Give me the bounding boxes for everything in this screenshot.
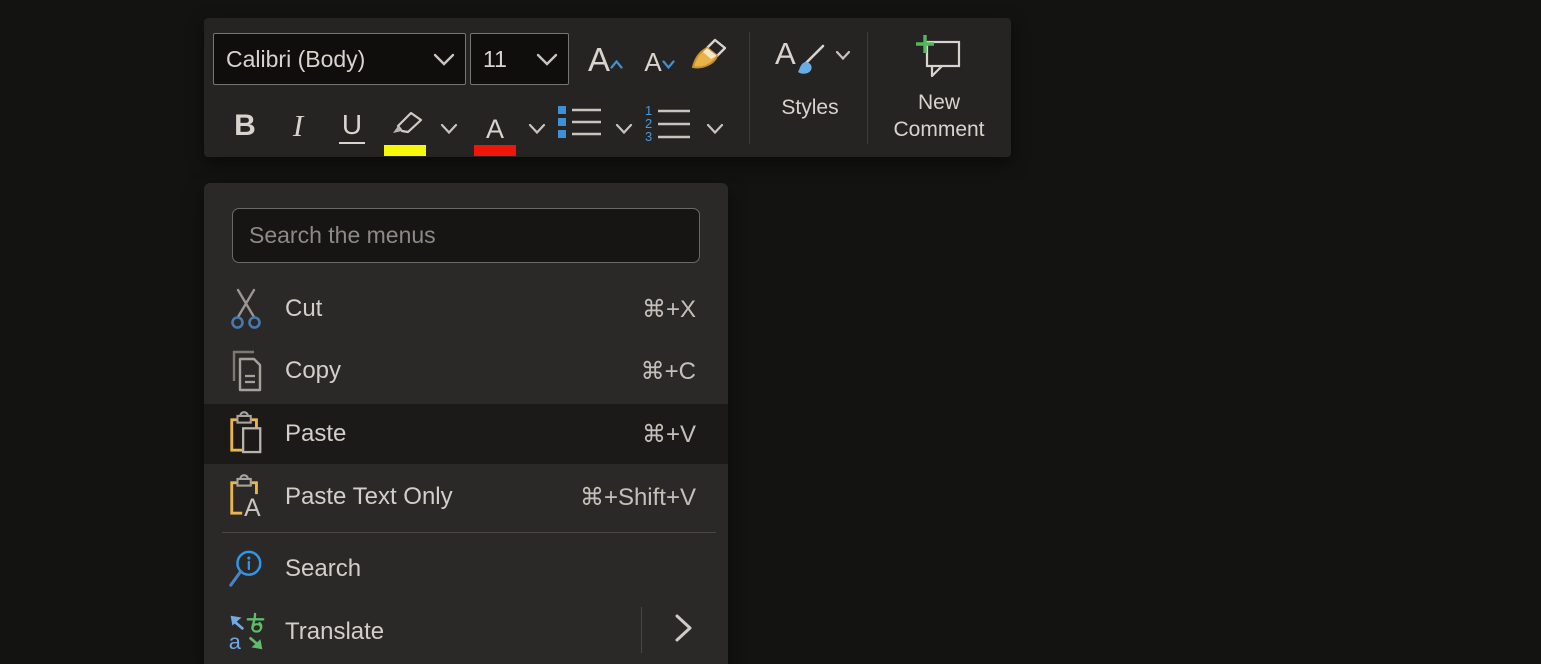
font-color-glyph: A — [486, 116, 504, 143]
font-size-select[interactable]: 11 — [470, 33, 569, 85]
menu-item-paste[interactable]: Paste ⌘+V — [204, 404, 728, 464]
menu-item-search[interactable]: Search — [204, 540, 728, 598]
grow-font-button[interactable]: A — [576, 33, 622, 85]
styles-label: Styles — [781, 94, 838, 121]
chevron-down-icon[interactable] — [615, 122, 633, 140]
numbered-list-button[interactable]: 1 2 3 — [642, 100, 724, 156]
shrink-font-glyph: A — [644, 47, 661, 77]
paste-text-only-icon: A — [227, 474, 265, 520]
svg-text:A: A — [244, 495, 261, 520]
format-painter-icon — [687, 36, 731, 83]
caret-down-icon — [662, 41, 675, 74]
search-menus-input[interactable] — [232, 208, 700, 263]
highlight-color-swatch — [384, 145, 426, 156]
new-comment-label: New Comment — [884, 89, 994, 143]
font-size-value: 11 — [483, 46, 507, 73]
bold-button[interactable]: B — [224, 100, 266, 152]
submenu-chevron-right-icon[interactable] — [672, 613, 694, 648]
copy-icon — [227, 348, 265, 394]
new-comment-button[interactable]: New Comment — [874, 28, 1004, 148]
menu-item-label: Translate — [285, 618, 384, 646]
menu-item-translate[interactable]: a Translate — [204, 600, 728, 664]
scissors-icon — [227, 286, 265, 332]
chevron-down-icon — [433, 46, 455, 73]
font-color-swatch — [474, 145, 516, 156]
underline-button[interactable]: U — [330, 100, 374, 152]
floating-format-toolbar: Calibri (Body) 11 A A A — [204, 18, 1011, 157]
chevron-down-icon[interactable] — [706, 122, 724, 140]
menu-item-label: Paste — [285, 420, 346, 448]
grow-font-glyph: A — [588, 41, 610, 78]
chevron-down-icon — [536, 46, 558, 73]
svg-text:3: 3 — [645, 129, 652, 143]
bullet-list-icon — [557, 103, 603, 146]
italic-button[interactable]: I — [278, 100, 318, 152]
styles-brush-icon: A — [775, 36, 845, 90]
numbered-list-icon: 1 2 3 — [642, 103, 694, 148]
caret-up-icon — [610, 41, 623, 74]
context-menu: Cut ⌘+X Copy ⌘+C Paste ⌘+V — [204, 183, 728, 664]
font-name-value: Calibri (Body) — [226, 46, 365, 73]
chevron-down-icon[interactable] — [440, 122, 458, 140]
toolbar-divider — [749, 32, 750, 144]
toolbar-divider — [867, 32, 868, 144]
svg-text:a: a — [229, 629, 242, 654]
menu-item-label: Search — [285, 555, 361, 583]
styles-button[interactable]: A Styles — [756, 28, 864, 148]
new-comment-icon — [914, 34, 964, 85]
translate-icon: a — [227, 609, 265, 655]
menu-item-label: Paste Text Only — [285, 483, 453, 511]
menu-item-shortcut: ⌘+Shift+V — [580, 483, 696, 512]
paste-clipboard-icon — [227, 411, 265, 457]
menu-item-paste-text-only[interactable]: A Paste Text Only ⌘+Shift+V — [204, 468, 728, 526]
menu-item-shortcut: ⌘+C — [641, 357, 696, 386]
menu-item-copy[interactable]: Copy ⌘+C — [204, 342, 728, 400]
font-name-select[interactable]: Calibri (Body) — [213, 33, 466, 85]
format-painter-button[interactable] — [684, 33, 734, 85]
menu-item-shortcut: ⌘+X — [642, 295, 696, 324]
menu-divider — [222, 532, 716, 533]
text-highlight-color-button[interactable] — [382, 100, 458, 156]
highlighter-pen-icon — [382, 111, 428, 143]
bullet-list-button[interactable] — [557, 100, 633, 156]
submenu-divider — [641, 607, 642, 653]
chevron-down-icon[interactable] — [528, 122, 546, 140]
font-color-button[interactable]: A — [474, 100, 546, 156]
search-info-icon — [227, 546, 265, 592]
menu-item-cut[interactable]: Cut ⌘+X — [204, 280, 728, 338]
menu-item-shortcut: ⌘+V — [642, 420, 696, 449]
shrink-font-button[interactable]: A — [630, 33, 676, 85]
menu-item-label: Copy — [285, 357, 341, 385]
menu-item-label: Cut — [285, 295, 322, 323]
